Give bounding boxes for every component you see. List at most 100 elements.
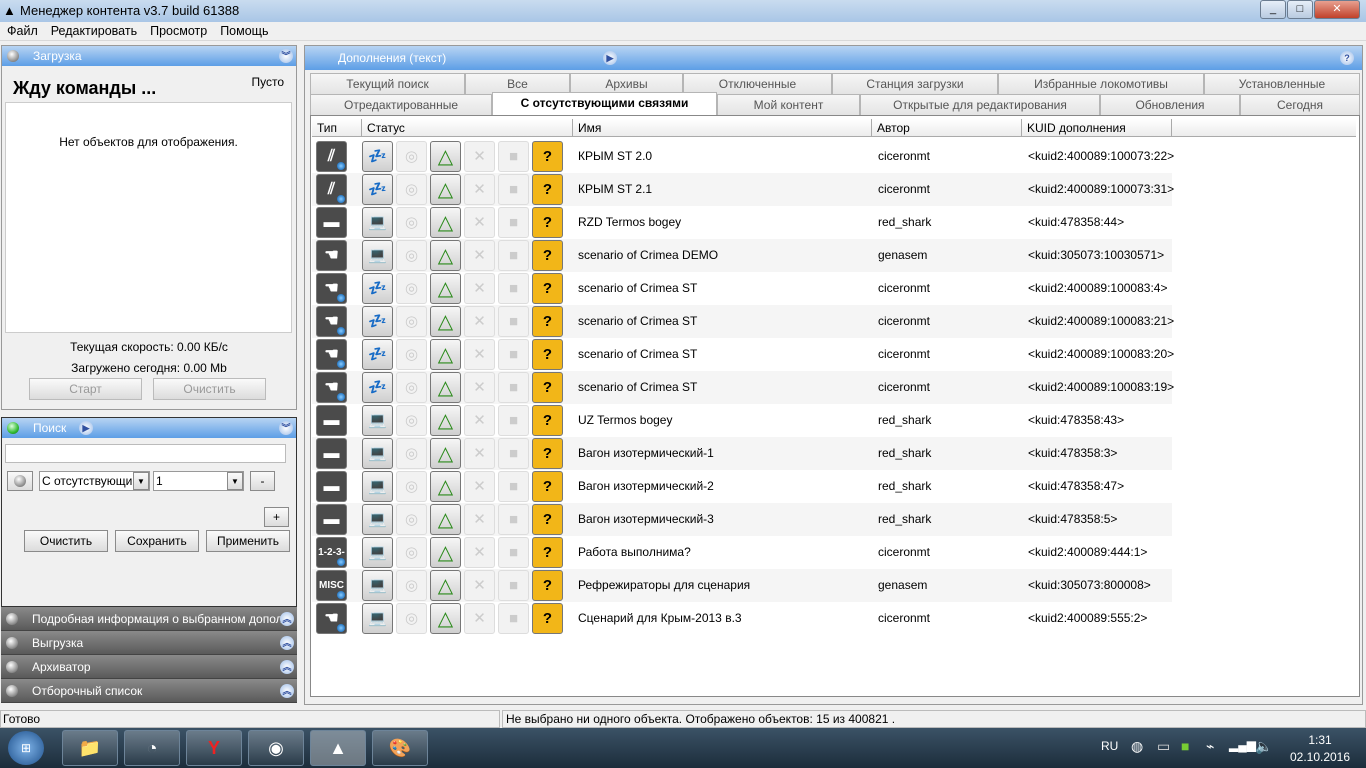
clear-download-button[interactable]: Очистить — [153, 378, 266, 400]
table-row[interactable]: ☚ 💤 ◎ △ ✕ ■ ? scenario of Crimea ST cice… — [312, 305, 1174, 338]
tab[interactable]: Отключенные — [683, 73, 832, 94]
panel-upload[interactable]: Выгрузка ︽ — [1, 631, 297, 655]
taskbar-paint[interactable]: 🎨 — [372, 730, 428, 766]
row-kuid: <kuid2:400089:100083:4> — [1028, 281, 1168, 295]
table-row[interactable]: ☚ 💤 ◎ △ ✕ ■ ? scenario of Crimea ST cice… — [312, 371, 1174, 404]
filter-number-select[interactable]: 1 ▼ — [153, 471, 244, 491]
column-type[interactable]: Тип — [312, 119, 362, 137]
missing-dependency-icon: ? — [532, 240, 563, 271]
table-row[interactable]: ☚ 💻 ◎ △ ✕ ■ ? scenario of Crimea DEMO ge… — [312, 239, 1172, 272]
close-button[interactable]: ✕ — [1314, 0, 1360, 19]
table-row[interactable]: ☚ 💤 ◎ △ ✕ ■ ? scenario of Crimea ST cice… — [312, 338, 1174, 371]
table-row[interactable]: ⫽ 💤 ◎ △ ✕ ■ ? КРЫМ ST 2.1 ciceronmt <kui… — [312, 173, 1174, 206]
clear-search-button[interactable]: Очистить — [24, 530, 108, 552]
clock-time[interactable]: 1:31 — [1290, 733, 1350, 747]
taskbar-explorer[interactable]: 📁 — [62, 730, 118, 766]
disc-icon: ◎ — [396, 372, 427, 403]
empty-message: Нет объектов для отображения. — [59, 135, 238, 149]
expand-chevron-icon[interactable]: ︽ — [280, 612, 294, 626]
start-button[interactable]: ⊞ — [8, 731, 44, 765]
download-list[interactable]: Нет объектов для отображения. — [5, 102, 292, 333]
type-truck-icon: ▬ — [316, 405, 347, 436]
taskbar-content-manager[interactable]: ▲ — [310, 730, 366, 766]
row-author: ciceronmt — [878, 545, 931, 559]
play-icon[interactable]: ▶ — [603, 51, 617, 65]
volume-icon[interactable]: 🔈 — [1255, 738, 1272, 755]
triangle-icon: △ — [430, 372, 461, 403]
column-kuid[interactable]: KUID дополнения — [1022, 119, 1172, 137]
filter-type-select[interactable]: С отсутствующими ▼ — [39, 471, 150, 491]
status-ball-icon — [7, 50, 19, 62]
table-row[interactable]: ▬ 💻 ◎ △ ✕ ■ ? UZ Termos bogey red_shark … — [312, 404, 1172, 437]
table-row[interactable]: ▬ 💻 ◎ △ ✕ ■ ? Вагон изотермический-2 red… — [312, 470, 1172, 503]
minimize-button[interactable]: _ — [1260, 0, 1286, 19]
tab[interactable]: Все — [465, 73, 570, 94]
tools-icon: ✕ — [464, 570, 495, 601]
dropdown-arrow-icon[interactable]: ▼ — [227, 472, 243, 490]
signal-icon[interactable]: ▂▄▆ — [1229, 738, 1256, 752]
column-author[interactable]: Автор — [872, 119, 1022, 137]
power-icon[interactable]: ⌁ — [1206, 738, 1214, 755]
taskbar-chrome[interactable]: ◉ — [248, 730, 304, 766]
expand-chevron-icon[interactable]: ︽ — [280, 660, 294, 674]
start-button[interactable]: Старт — [29, 378, 142, 400]
table-row[interactable]: ☚ 💻 ◎ △ ✕ ■ ? Сценарий для Крым-2013 в.3… — [312, 602, 1172, 635]
tab[interactable]: Открытые для редактирования — [860, 94, 1100, 115]
panel-shortlist[interactable]: Отборочный список ︽ — [1, 679, 297, 703]
tab[interactable]: Обновления — [1100, 94, 1240, 115]
table-row[interactable]: ☚ 💤 ◎ △ ✕ ■ ? scenario of Crimea ST cice… — [312, 272, 1172, 305]
play-icon[interactable]: ▶ — [79, 421, 93, 435]
nvidia-icon[interactable]: ■ — [1181, 738, 1189, 754]
language-indicator[interactable]: RU — [1101, 739, 1118, 753]
tab[interactable]: Станция загрузки — [832, 73, 998, 94]
tab[interactable]: Сегодня — [1240, 94, 1360, 115]
menu-file[interactable]: Файл — [0, 22, 44, 38]
collapse-chevron-icon[interactable]: ︾ — [279, 49, 293, 63]
clock-date[interactable]: 02.10.2016 — [1284, 750, 1356, 764]
panel-details[interactable]: Подробная информация о выбранном дополне… — [1, 607, 297, 631]
copy-icon: ■ — [498, 504, 529, 535]
copy-icon: ■ — [498, 141, 529, 172]
table-row[interactable]: ⫽ 💤 ◎ △ ✕ ■ ? КРЫМ ST 2.0 ciceronmt <kui… — [312, 140, 1174, 173]
download-panel-header[interactable]: Загрузка ︾ — [2, 46, 296, 66]
tab[interactable]: Мой контент — [717, 94, 860, 115]
steam-icon[interactable]: ◍ — [1131, 738, 1143, 755]
toggle-button[interactable] — [7, 471, 33, 491]
tab[interactable]: Установленные — [1204, 73, 1360, 94]
table-row[interactable]: 1-2-3-4 💻 ◎ △ ✕ ■ ? Работа выполнима? ci… — [312, 536, 1172, 588]
table-row[interactable]: MISC 💻 ◎ △ ✕ ■ ? Рефрежираторы для сцена… — [312, 569, 1172, 602]
sleeping-icon: 💤 — [362, 372, 393, 403]
help-icon[interactable]: ? — [1340, 51, 1354, 65]
collapse-chevron-icon[interactable]: ︾ — [279, 421, 293, 435]
column-status[interactable]: Статус — [362, 119, 573, 137]
tab[interactable]: Отредактированные — [310, 94, 492, 115]
expand-chevron-icon[interactable]: ︽ — [280, 684, 294, 698]
taskbar-speedometer[interactable]: ◔ — [124, 730, 180, 766]
tab[interactable]: Избранные локомотивы — [998, 73, 1204, 94]
add-condition-button[interactable]: + — [264, 507, 289, 527]
triangle-icon: △ — [430, 537, 461, 568]
column-name[interactable]: Имя — [573, 119, 872, 137]
search-panel-header[interactable]: Поиск ▶ ︾ — [2, 418, 296, 438]
tab[interactable]: Архивы — [570, 73, 683, 94]
maximize-button[interactable]: □ — [1287, 0, 1313, 19]
search-input[interactable] — [5, 444, 286, 463]
expand-chevron-icon[interactable]: ︽ — [280, 636, 294, 650]
table-row[interactable]: ▬ 💻 ◎ △ ✕ ■ ? Вагон изотермический-1 red… — [312, 437, 1172, 470]
menu-edit[interactable]: Редактировать — [44, 22, 143, 38]
menu-view[interactable]: Просмотр — [143, 22, 213, 38]
display-icon[interactable]: ▭ — [1157, 738, 1170, 755]
table-row[interactable]: ▬ 💻 ◎ △ ✕ ■ ? Вагон изотермический-3 red… — [312, 503, 1172, 536]
save-search-button[interactable]: Сохранить — [115, 530, 199, 552]
tab-active[interactable]: С отсутствующими связями — [492, 92, 717, 115]
panel-archiver[interactable]: Архиватор ︽ — [1, 655, 297, 679]
remove-condition-button[interactable]: - — [250, 471, 275, 491]
download-panel: Загрузка ︾ Жду команды ... Пусто Нет объ… — [1, 45, 297, 410]
taskbar-yandex[interactable]: Y — [186, 730, 242, 766]
table-row[interactable]: ▬ 💻 ◎ △ ✕ ■ ? RZD Termos bogey red_shark… — [312, 206, 1172, 239]
tab[interactable]: Текущий поиск — [310, 73, 465, 94]
apply-search-button[interactable]: Применить — [206, 530, 290, 552]
collapsed-panels: Подробная информация о выбранном дополне… — [1, 607, 297, 703]
menu-help[interactable]: Помощь — [213, 22, 274, 38]
dropdown-arrow-icon[interactable]: ▼ — [133, 472, 149, 490]
